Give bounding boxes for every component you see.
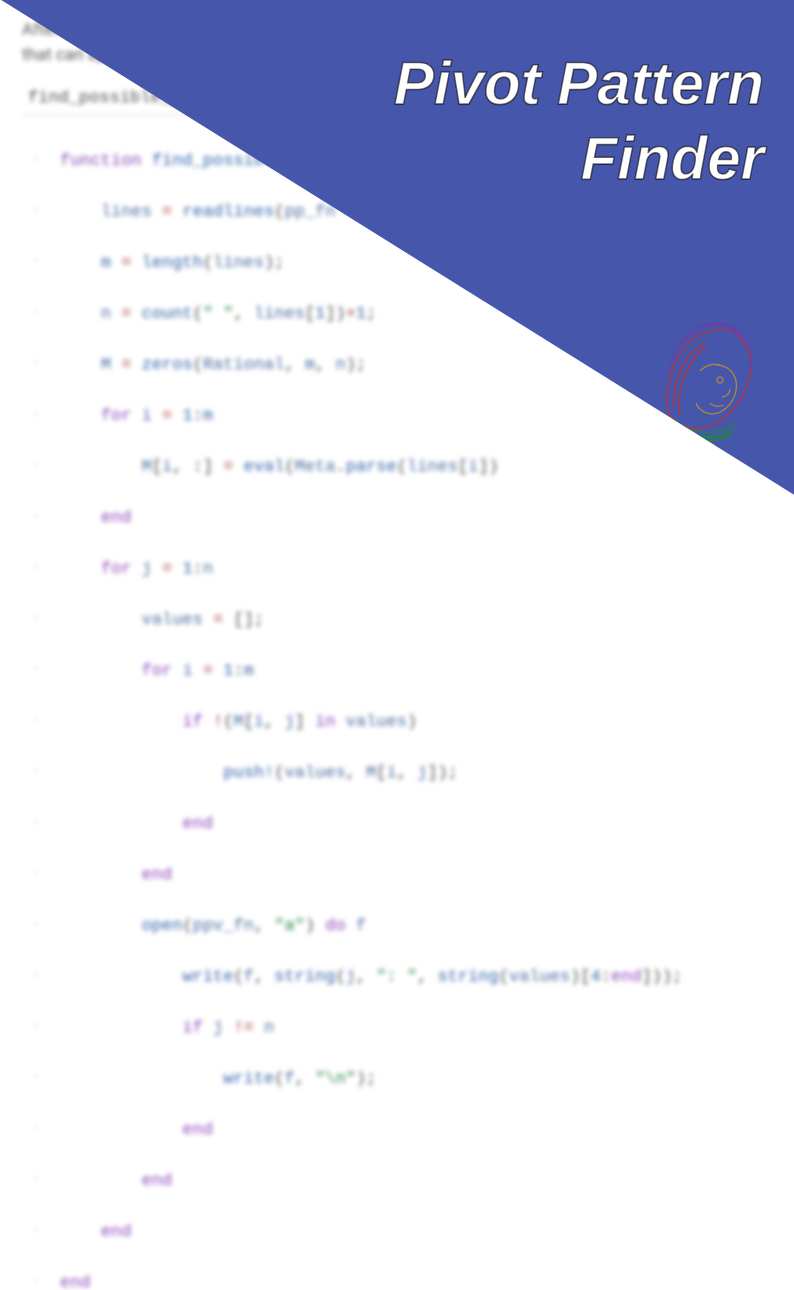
code-line: · M[i, :] = eval(Meta.parse(lines[i]): [32, 455, 768, 481]
code-line: · values = [];: [32, 608, 768, 634]
code-line: · write(f, "\n");: [32, 1067, 768, 1093]
overlay-title-line-2: Finder: [581, 125, 764, 192]
code-line: · end: [32, 506, 768, 532]
overlay-title-line-1: Pivot Pattern: [394, 50, 764, 117]
code-line: · for i = 1:m: [32, 659, 768, 685]
code-line: · end: [32, 1169, 768, 1195]
overlay-title: Pivot Pattern Finder: [394, 46, 764, 196]
code-line: ·end: [32, 1271, 768, 1290]
code-line: · if j != n: [32, 1016, 768, 1042]
code-line: · end: [32, 1220, 768, 1246]
code-line: · if !(M[i, j] in values): [32, 710, 768, 736]
code-line: · write(f, string(j, ": ", string(values…: [32, 965, 768, 991]
code-line: · end: [32, 812, 768, 838]
code-line: · end: [32, 863, 768, 889]
code-line: · push!(values, M[i, j]);: [32, 761, 768, 787]
code-line: · open(ppv_fn, "a") do f: [32, 914, 768, 940]
code-line: · end: [32, 1118, 768, 1144]
code-line: · for j = 1:n: [32, 557, 768, 583]
